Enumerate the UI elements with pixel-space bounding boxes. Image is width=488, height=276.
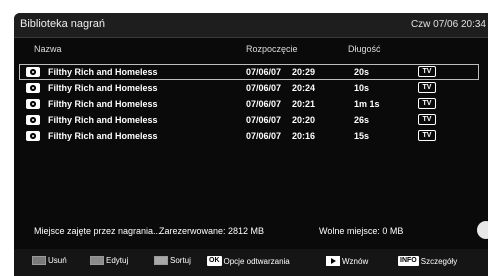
- clock: Czw 07/06 20:34: [410, 19, 486, 30]
- recording-date: 07/06/07: [246, 83, 282, 93]
- recording-name: Filthy Rich and Homeless: [48, 83, 158, 93]
- recording-date: 07/06/07: [246, 131, 282, 141]
- recording-time: 20:21: [292, 99, 316, 109]
- tv-icon: TV: [418, 98, 436, 109]
- recording-row[interactable]: Filthy Rich and Homeless 07/06/07 20:24 10s…: [20, 81, 478, 95]
- recording-duration: 26s: [354, 115, 370, 125]
- title-bar: Biblioteka nagrań Czw 07/06 20:34: [14, 13, 488, 38]
- yellow-key-icon: [154, 256, 168, 265]
- free-space: Wolne miejsce: 0 MB: [319, 226, 404, 236]
- details-label: Szczegóły: [420, 256, 458, 266]
- recording-duration: 10s: [354, 83, 370, 93]
- column-header-name[interactable]: Nazwa: [34, 44, 62, 54]
- delete-label: Usuń: [48, 256, 67, 265]
- tv-icon: TV: [418, 114, 436, 125]
- scroll-knob[interactable]: [477, 221, 488, 239]
- playback-options-label: Opcje odtwarzania: [223, 256, 290, 266]
- recording-time: 20:29: [292, 67, 316, 77]
- recording-time: 20:16: [292, 131, 316, 141]
- recording-duration: 15s: [354, 131, 370, 141]
- reserved-space: Zarezerwowane: 2812 MB: [159, 226, 265, 236]
- tv-icon: TV: [418, 66, 436, 77]
- sort-button[interactable]: Sortuj: [154, 256, 191, 265]
- playback-options-button[interactable]: OK Opcje odtwarzania: [207, 256, 290, 266]
- resume-label: Wznów: [342, 256, 369, 266]
- recordings-library-window: Biblioteka nagrań Czw 07/06 20:34 Nazwa …: [14, 13, 488, 276]
- recording-row[interactable]: Filthy Rich and Homeless 07/06/07 20:29 20s…: [19, 64, 479, 80]
- record-icon: [26, 115, 40, 125]
- recording-time: 20:24: [292, 83, 316, 93]
- info-key-icon: INFO: [398, 256, 419, 266]
- recording-name: Filthy Rich and Homeless: [48, 67, 158, 77]
- column-header-duration[interactable]: Długość: [348, 44, 381, 54]
- play-icon: [326, 256, 340, 266]
- resume-button[interactable]: Wznów: [326, 256, 368, 266]
- record-icon: [26, 83, 40, 93]
- recording-row[interactable]: Filthy Rich and Homeless 07/06/07 20:16 15s…: [20, 129, 478, 143]
- used-space-label: Miejsce zajęte przez nagrania...: [34, 226, 161, 236]
- recording-duration: 20s: [354, 67, 370, 77]
- record-icon: [26, 67, 40, 77]
- tv-icon: TV: [418, 130, 436, 141]
- recording-time: 20:20: [292, 115, 316, 125]
- edit-label: Edytuj: [106, 256, 129, 265]
- recording-date: 07/06/07: [246, 99, 282, 109]
- recording-duration: 1m 1s: [354, 99, 380, 109]
- recording-row[interactable]: Filthy Rich and Homeless 07/06/07 20:21 1m …: [20, 97, 478, 111]
- recording-name: Filthy Rich and Homeless: [48, 115, 158, 125]
- sort-label: Sortuj: [170, 256, 191, 265]
- recording-date: 07/06/07: [246, 115, 282, 125]
- recording-name: Filthy Rich and Homeless: [48, 131, 158, 141]
- details-button[interactable]: INFO Szczegóły: [398, 256, 457, 266]
- green-key-icon: [90, 256, 104, 265]
- recording-name: Filthy Rich and Homeless: [48, 99, 158, 109]
- record-icon: [26, 99, 40, 109]
- ok-key-icon: OK: [207, 256, 222, 266]
- recording-row[interactable]: Filthy Rich and Homeless 07/06/07 20:20 26s…: [20, 113, 478, 127]
- recording-date: 07/06/07: [246, 67, 282, 77]
- red-key-icon: [32, 256, 46, 265]
- edit-button[interactable]: Edytuj: [90, 256, 128, 265]
- record-icon: [26, 131, 40, 141]
- window-title: Biblioteka nagrań: [20, 18, 106, 30]
- column-header-start[interactable]: Rozpoczęcie: [246, 44, 298, 54]
- tv-icon: TV: [418, 82, 436, 93]
- delete-button[interactable]: Usuń: [32, 256, 67, 265]
